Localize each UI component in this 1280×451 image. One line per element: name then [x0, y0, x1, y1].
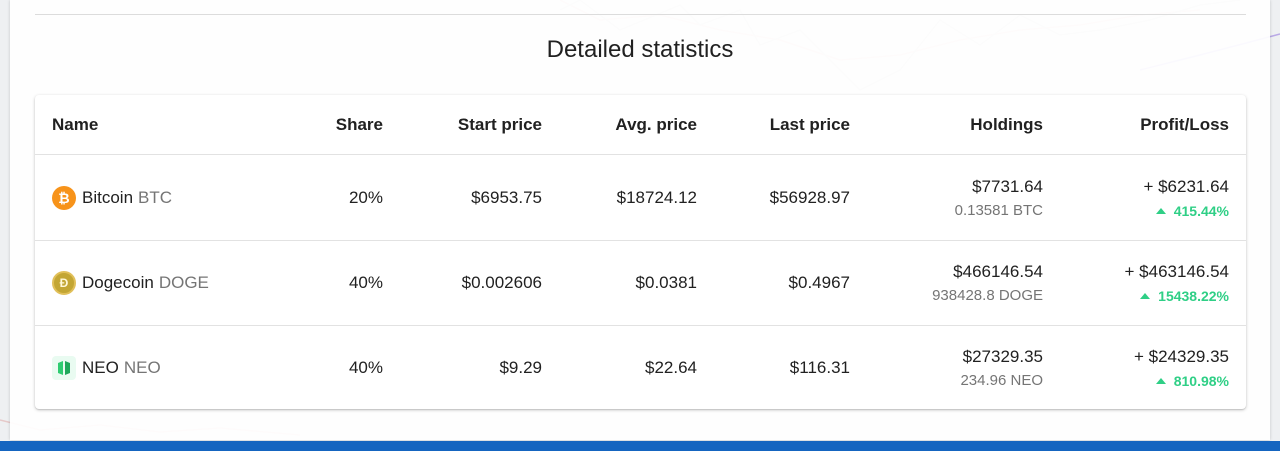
- profit-percent-value: 810.98%: [1173, 372, 1229, 389]
- avg-price-value: $22.64: [645, 357, 697, 377]
- holdings-amount: 938428.8 DOGE: [932, 286, 1043, 304]
- coin-symbol: BTC: [138, 187, 173, 207]
- coin-symbol: DOGE: [158, 272, 209, 292]
- holdings-cell: $7731.64 0.13581 BTC: [843, 155, 1043, 240]
- arrow-up-icon: [1140, 292, 1151, 299]
- header-name: Name: [52, 114, 99, 134]
- coin-symbol: NEO: [123, 357, 161, 377]
- bitcoin-icon: ₿: [52, 185, 76, 210]
- header-share: Share: [335, 114, 383, 134]
- arrow-up-icon: [1155, 377, 1166, 384]
- profit-value: + $6231.64: [1143, 176, 1229, 196]
- profit-value: + $463146.54: [1124, 261, 1229, 281]
- section-title: Detailed statistics: [546, 36, 734, 63]
- arrow-up-icon: [1155, 207, 1166, 214]
- share-value: 20%: [348, 187, 383, 207]
- profit-percent: 415.44%: [1155, 202, 1229, 219]
- start-price-value: $6953.75: [471, 187, 542, 207]
- divider: [35, 14, 1246, 15]
- last-price-value: $0.4967: [788, 272, 850, 292]
- coin-name: NEO: [82, 357, 119, 377]
- coin-name-cell: Ð Dogecoin DOGE: [52, 270, 292, 295]
- profit-percent-value: 15438.22%: [1158, 287, 1229, 304]
- avg-price-value: $18724.12: [616, 187, 697, 207]
- share-value: 40%: [348, 272, 383, 292]
- profit-value: + $24329.35: [1133, 346, 1229, 366]
- table-header-row: Name Share Start price Avg. price Last p…: [35, 95, 1246, 155]
- profit-percent: 810.98%: [1155, 372, 1229, 389]
- holdings-cell: $27329.35 234.96 NEO: [843, 325, 1043, 409]
- neo-icon: [52, 355, 76, 380]
- coin-name: Dogecoin: [82, 272, 154, 292]
- profit-percent-value: 415.44%: [1173, 202, 1229, 219]
- avg-price-value: $0.0381: [635, 272, 697, 292]
- coin-name-cell: NEO NEO: [52, 355, 292, 380]
- start-price-value: $0.002606: [461, 272, 542, 292]
- coin-name-cell: ₿ Bitcoin BTC: [52, 185, 292, 210]
- profit-percent: 15438.22%: [1140, 288, 1229, 304]
- table-row[interactable]: Ð Dogecoin DOGE 40% $0.002606 $0.0381 $0…: [35, 240, 1246, 326]
- last-price-value: $56928.97: [769, 187, 850, 207]
- statistics-table: Name Share Start price Avg. price Last p…: [35, 95, 1246, 409]
- profit-loss-cell: + $463146.54 15438.22%: [1029, 240, 1229, 325]
- table-row[interactable]: ₿ Bitcoin BTC 20% $6953.75 $18724.12 $56…: [35, 155, 1246, 241]
- header-avg-price: Avg. price: [615, 114, 697, 134]
- profit-loss-cell: + $24329.35 810.98%: [1029, 325, 1229, 409]
- coin-name: Bitcoin: [82, 187, 134, 207]
- dogecoin-icon: Ð: [52, 270, 76, 295]
- header-holdings: Holdings: [970, 114, 1043, 134]
- header-last-price: Last price: [769, 114, 850, 134]
- share-value: 40%: [348, 357, 383, 377]
- table-row[interactable]: NEO NEO 40% $9.29 $22.64 $116.31 $27329.…: [35, 325, 1246, 409]
- holdings-cell: $466146.54 938428.8 DOGE: [843, 240, 1043, 325]
- start-price-value: $9.29: [499, 357, 542, 377]
- last-price-value: $116.31: [789, 357, 850, 377]
- profit-loss-cell: + $6231.64 415.44%: [1029, 155, 1229, 240]
- header-start-price: Start price: [457, 114, 542, 134]
- header-profit-loss: Profit/Loss: [1140, 114, 1229, 134]
- footer-bar: [0, 441, 1280, 451]
